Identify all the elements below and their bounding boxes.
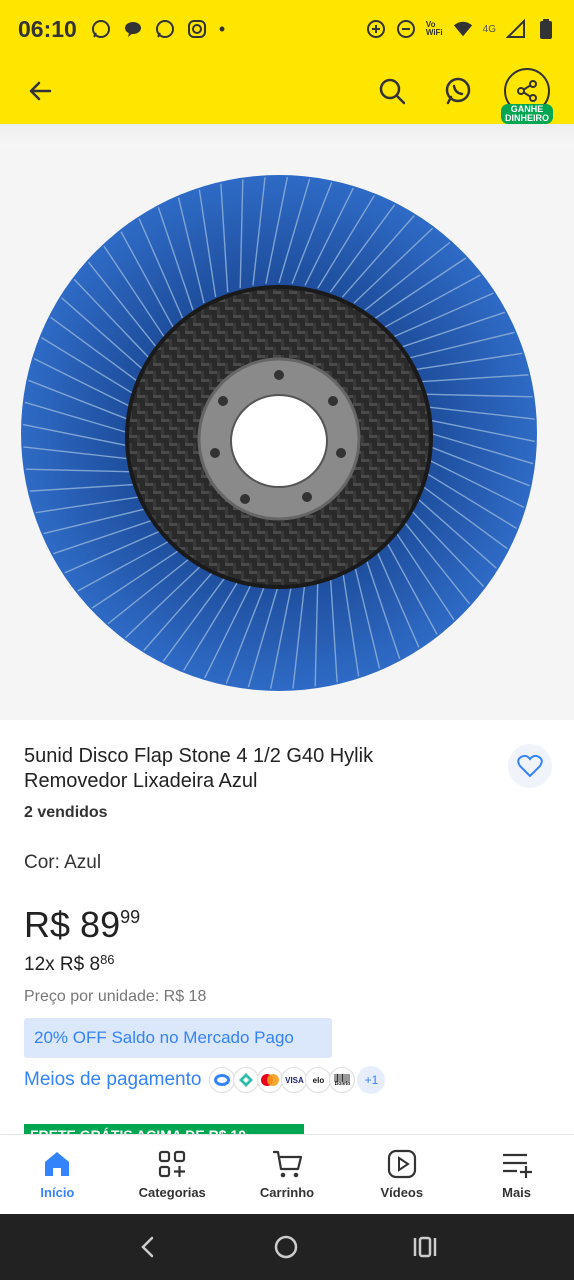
promo-banner: 20% OFF Saldo no Mercado Pago [24,1018,332,1058]
back-button[interactable] [20,71,60,111]
visa-icon: VISA [281,1067,308,1093]
system-home-icon[interactable] [273,1234,299,1260]
payment-methods-row: Meios de pagamento VISA elo Boleto +1 [24,1066,386,1094]
header-shadow [0,124,574,146]
payment-methods-link[interactable]: Meios de pagamento [24,1069,201,1091]
whatsapp-share-button[interactable] [438,71,478,111]
color-selector[interactable]: Cor: Azul [24,852,101,874]
wifi-icon [453,19,473,39]
sold-count: 2 vendidos [24,804,108,821]
more-notifications-dot: • [218,18,226,39]
product-image [21,175,537,691]
bottom-navigation: Início Categorias Carrinho Vídeos Mais [0,1134,574,1214]
nav-label-categorias: Categorias [138,1185,206,1200]
nav-label-carrinho: Carrinho [259,1185,315,1200]
heart-icon [517,754,543,778]
notification-icons: • [91,19,225,40]
installments-integer: 8 [89,954,101,975]
boleto-icon: Boleto [329,1067,356,1093]
share-earn-button[interactable]: GANHE DINHEIRO [500,68,554,124]
system-recents-icon[interactable] [412,1235,438,1259]
vowifi-label-2: WiFi [425,28,443,37]
status-time: 06:10 [18,15,77,42]
nav-item-mais[interactable]: Mais [459,1135,574,1214]
installments: 12x R$ 886 [24,952,115,976]
earn-badge-line2: DINHEIRO [504,113,550,123]
video-icon [387,1149,416,1179]
favorite-button[interactable] [508,744,552,788]
boleto-label: Boleto [334,1080,351,1087]
nav-item-videos[interactable]: Vídeos [344,1135,459,1214]
installments-prefix: 12x R$ [24,954,85,975]
mercado-pago-icon [209,1067,236,1093]
battery-icon [536,19,556,39]
price-cents: 99 [120,907,141,927]
whatsapp-notification-icon [91,19,111,39]
price-currency: R$ [24,904,71,945]
mastercard-icon [257,1067,284,1093]
earn-money-badge: GANHE DINHEIRO [500,104,554,124]
system-navigation-bar [0,1214,574,1280]
home-icon [45,1152,70,1176]
network-type-label: 4G [482,23,496,35]
whatsapp-notification-icon-2 [155,19,175,39]
price: R$ 8999 [24,904,140,946]
nav-item-carrinho[interactable]: Carrinho [230,1135,345,1214]
nav-item-categorias[interactable]: Categorias [115,1135,230,1214]
nav-label-inicio: Início [40,1185,75,1200]
elo-icon: elo [305,1067,332,1093]
more-payment-methods[interactable]: +1 [357,1066,386,1094]
whatsapp-icon [445,77,471,105]
categories-icon [159,1150,186,1178]
nav-item-inicio[interactable]: Início [0,1135,115,1214]
signal-icon [506,19,526,39]
chat-notification-icon [123,19,143,39]
share-icon [517,80,537,102]
search-button[interactable] [372,71,412,111]
product-image-gallery[interactable] [0,146,574,720]
price-integer: 89 [80,904,121,945]
system-status-icons: Vo WiFi 4G [366,19,556,39]
back-arrow-icon [29,81,52,101]
instagram-notification-icon [187,19,207,39]
system-back-icon[interactable] [136,1235,160,1259]
status-bar: 06:10 • Vo WiFi 4G [0,0,574,58]
menu-more-icon [502,1153,532,1178]
cart-icon [272,1150,303,1178]
nav-label-videos: Vídeos [380,1185,424,1200]
data-saver-icon [366,19,386,39]
do-not-disturb-icon [396,19,416,39]
nav-label-mais: Mais [502,1185,532,1200]
unit-price: Preço por unidade: R$ 18 [24,988,207,1005]
app-header: GANHE DINHEIRO [0,58,574,124]
installments-cents: 86 [100,952,115,967]
product-title: 5unid Disco Flap Stone 4 1/2 G40 Hylik R… [24,745,374,792]
pix-icon [233,1067,260,1093]
search-icon [379,78,406,105]
vowifi-icon: Vo WiFi [426,21,443,37]
